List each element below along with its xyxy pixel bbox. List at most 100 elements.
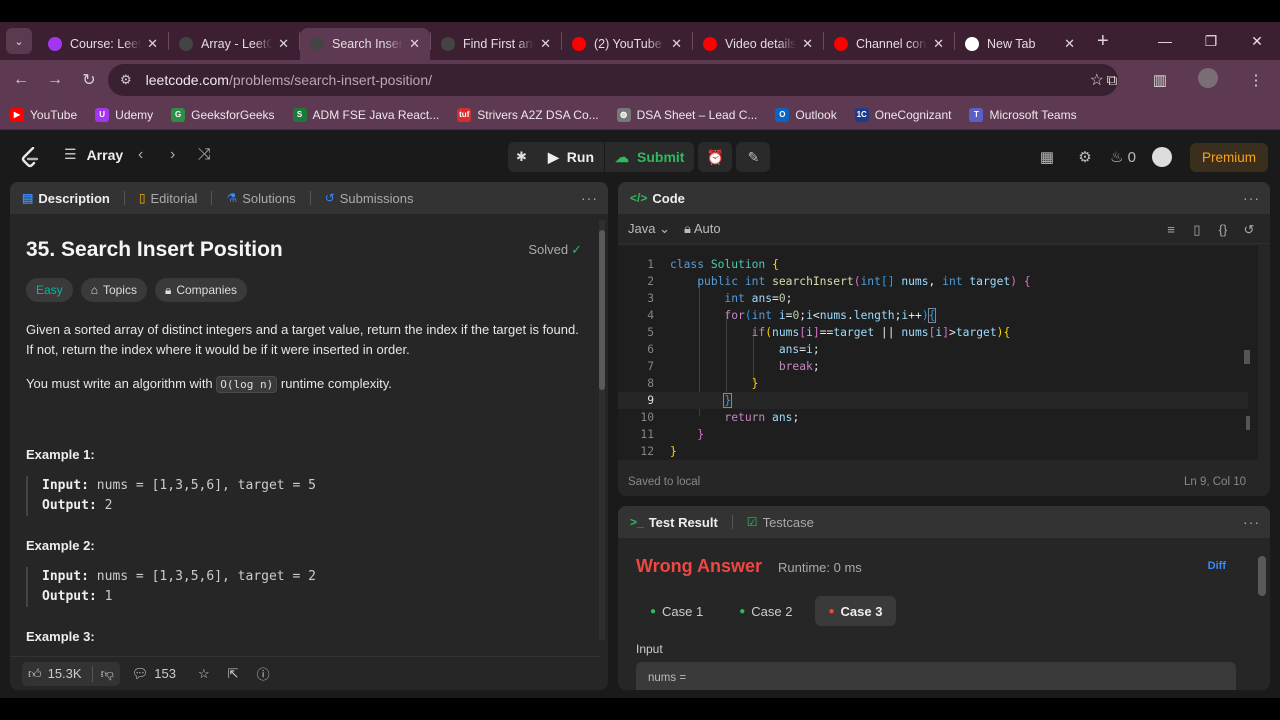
format-icon[interactable]: ≡ [1158, 222, 1184, 238]
random-problem-icon[interactable]: ⤨ [198, 146, 211, 164]
test-scrollbar[interactable] [1258, 542, 1266, 688]
browser-tab[interactable]: Course: LeetCode ✕ [38, 28, 168, 60]
run-button[interactable]: ▶ Run [538, 142, 604, 172]
tab-code[interactable]: </> Code [630, 191, 685, 206]
close-tab-icon[interactable]: ✕ [1064, 36, 1075, 52]
restore-icon[interactable]: ❐ [1188, 33, 1234, 50]
bookmark-item[interactable]: O Outlook [775, 107, 837, 122]
tab-editorial[interactable]: ▯ Editorial [139, 191, 198, 206]
like-button[interactable]: 👍︎ 15.3K 👎︎ [22, 661, 120, 686]
language-select[interactable]: Java ⌄ [628, 221, 670, 237]
bookmark-item[interactable]: ▶ YouTube [10, 107, 77, 122]
new-tab-button[interactable]: + [1097, 30, 1109, 53]
test-more-icon[interactable]: ··· [1243, 514, 1260, 530]
scroll-thumb[interactable] [1258, 556, 1266, 596]
more-options-icon[interactable]: ··· [581, 190, 598, 206]
testcase-label: Testcase [762, 514, 814, 530]
test-result-label: Test Result [648, 514, 718, 530]
tab-solutions[interactable]: ⚗ Solutions [226, 191, 295, 206]
close-tab-icon[interactable]: ✕ [671, 36, 682, 52]
document-icon: ▤ [22, 191, 34, 205]
layout-icon[interactable]: ▦ [1028, 148, 1066, 166]
bookmark-favicon-icon: 1C [854, 107, 869, 122]
code-text: ans=i; [778, 343, 820, 356]
bookmark-item[interactable]: T Microsoft Teams [969, 107, 1077, 122]
leetcode-logo-icon[interactable] [20, 147, 40, 169]
browser-tab[interactable]: (2) YouTube ✕ [562, 28, 692, 60]
close-tab-icon[interactable]: ✕ [147, 36, 158, 52]
problem-list-button[interactable]: ☰ Array [64, 146, 123, 163]
forward-icon[interactable]: → [38, 71, 72, 89]
bookmark-icon[interactable]: ▯ [1184, 222, 1210, 238]
close-tab-icon[interactable]: ✕ [278, 36, 289, 52]
notes-icon[interactable]: ✎ [736, 142, 771, 172]
premium-button[interactable]: Premium [1189, 142, 1268, 172]
user-avatar[interactable] [1151, 147, 1172, 167]
address-bar[interactable]: ⚙ leetcode.com/problems/search-insert-po… [108, 64, 1118, 96]
debug-icon[interactable]: ✱ [508, 142, 538, 172]
close-tab-icon[interactable]: ✕ [409, 36, 420, 52]
browser-tab[interactable]: Video details ✕ [693, 28, 823, 60]
bookmark-item[interactable]: tuf Strivers A2Z DSA Co... [457, 107, 599, 122]
browser-tab[interactable]: Array - LeetCode ✕ [169, 28, 299, 60]
action-bar: ✱ ▶ Run ☁ Submit ⏰ ✎ [508, 142, 771, 172]
browser-tab[interactable]: Channel content ✕ [824, 28, 954, 60]
favorite-star-icon[interactable]: ☆ [198, 666, 210, 682]
code-line: 5 if(nums[i]==target || nums[i]>target){ [618, 324, 1248, 341]
comments-button[interactable]: 💬︎ 153 [132, 666, 176, 682]
case-tab-3[interactable]: ● Case 3 [814, 596, 897, 626]
back-icon[interactable]: ← [4, 71, 38, 89]
close-tab-icon[interactable]: ✕ [802, 36, 813, 52]
browser-tab[interactable]: Search Insert Position ✕ [300, 28, 430, 60]
scroll-thumb[interactable] [599, 230, 605, 390]
side-panel-icon[interactable]: ▥ [1136, 71, 1184, 89]
bookmark-item[interactable]: 1C OneCognizant [854, 107, 951, 122]
next-problem-icon[interactable]: › [170, 146, 175, 164]
code-editor[interactable]: 1 class Solution {2 public int searchInse… [618, 246, 1258, 460]
close-tab-icon[interactable]: ✕ [933, 36, 944, 52]
browser-tab[interactable]: New Tab ✕ [955, 28, 1085, 60]
profile-button[interactable] [1184, 68, 1232, 92]
bookmark-item[interactable]: S ADM FSE Java React... [292, 107, 439, 122]
code-more-icon[interactable]: ··· [1243, 190, 1260, 206]
problem-title[interactable]: 35. Search Insert Position [26, 238, 584, 262]
case-tab-1[interactable]: ● Case 1 [636, 596, 717, 626]
reset-icon[interactable]: ↺ [1236, 222, 1262, 238]
share-icon[interactable]: ⇱ [228, 666, 239, 682]
code-text: } [751, 377, 759, 390]
timer-icon[interactable]: ⏰ [698, 142, 733, 172]
help-icon[interactable]: ⓘ [257, 664, 270, 683]
run-label: Run [566, 149, 594, 165]
braces-icon[interactable]: {} [1210, 222, 1236, 238]
settings-gear-icon[interactable]: ⚙ [1066, 148, 1104, 166]
chrome-menu-icon[interactable]: ⋮ [1232, 71, 1280, 89]
minimize-icon[interactable]: — [1142, 33, 1188, 49]
bookmark-item[interactable]: ◍ DSA Sheet – Lead C... [616, 107, 757, 122]
tab-test-result[interactable]: >_ Test Result [630, 515, 718, 530]
streak-fire-button[interactable]: ♨ 0 [1104, 148, 1142, 166]
tab-description[interactable]: ▤ Description [22, 191, 110, 206]
bookmark-item[interactable]: U Udemy [95, 107, 153, 122]
companies-button[interactable]: 🔒︎ Companies [154, 278, 248, 302]
tab-submissions[interactable]: ↺ Submissions [325, 191, 414, 206]
topics-button[interactable]: ⌂ Topics [80, 278, 147, 302]
submit-button[interactable]: ☁ Submit [604, 142, 695, 172]
bookmark-item[interactable]: G GeeksforGeeks [171, 107, 275, 122]
language-label: Java [628, 220, 656, 236]
tab-testcase[interactable]: ☑ Testcase [747, 515, 814, 530]
site-info-icon[interactable]: ⚙ [120, 72, 132, 88]
description-scrollbar[interactable] [596, 214, 606, 654]
extensions-icon[interactable]: ⧉ [1088, 72, 1136, 89]
browser-tab[interactable]: Find First and Last ✕ [431, 28, 561, 60]
autosave-toggle[interactable]: 🔒︎ Auto [684, 221, 721, 237]
close-window-icon[interactable]: ✕ [1234, 33, 1280, 50]
diff-toggle[interactable]: Diff [1208, 560, 1226, 572]
case-tab-2[interactable]: ● Case 2 [725, 596, 806, 626]
close-tab-icon[interactable]: ✕ [540, 36, 551, 52]
reload-icon[interactable]: ↻ [72, 70, 106, 90]
complexity-code: O(log n) [216, 376, 278, 393]
thumbs-down-icon[interactable]: 👎︎ [91, 665, 114, 682]
prev-problem-icon[interactable]: ‹ [138, 146, 143, 164]
code-tab-label: Code [652, 190, 685, 206]
tab-search-button[interactable]: ⌄ [6, 28, 32, 54]
